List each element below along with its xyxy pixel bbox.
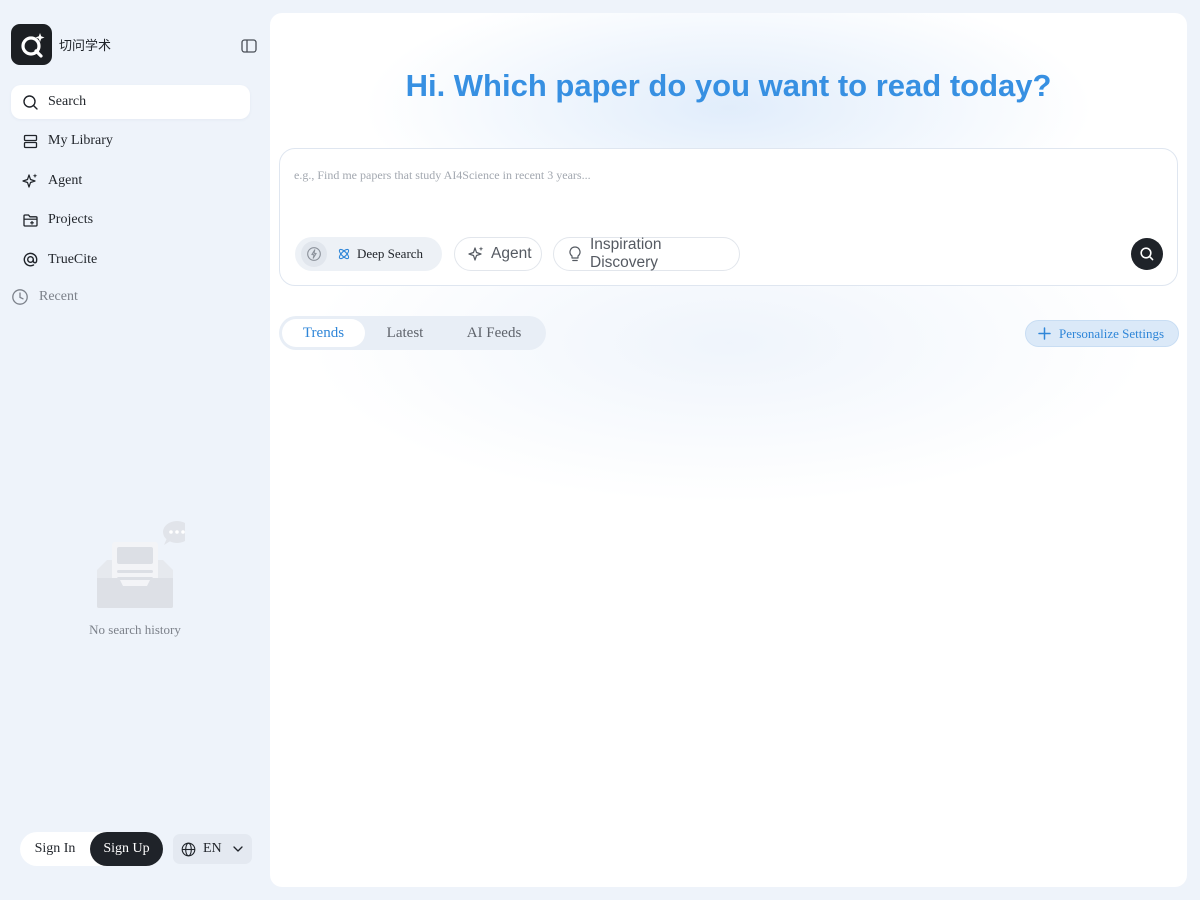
atom-icon (337, 247, 351, 261)
agent-mode-label: Agent (491, 245, 532, 262)
folder-plus-icon (21, 211, 39, 229)
sidebar-item-projects[interactable]: Projects (11, 203, 250, 237)
personalize-settings-label: Personalize Settings (1059, 325, 1165, 341)
tab-trends[interactable]: Trends (282, 319, 365, 347)
lightning-icon (307, 247, 321, 261)
search-mode-group: Deep Search (295, 237, 442, 271)
search-input[interactable] (294, 163, 1154, 187)
language-selector[interactable]: EN (173, 834, 252, 864)
empty-history: No search history (0, 518, 270, 638)
auth-group: Sign In Sign Up (20, 832, 163, 866)
library-icon (21, 132, 39, 150)
sparkle-icon (467, 245, 485, 263)
sparkle-icon (21, 172, 39, 190)
sign-up-button[interactable]: Sign Up (90, 832, 163, 866)
inspiration-discovery-label: Inspiration Discovery (590, 236, 662, 271)
deep-search-label: Deep Search (357, 246, 424, 261)
sidebar-toggle-icon[interactable] (240, 37, 258, 55)
search-submit-button[interactable] (1131, 238, 1163, 270)
auth-bar: Sign In Sign Up EN (20, 832, 252, 866)
feed-tabs: Trends Latest AI Feeds (279, 316, 546, 350)
search-icon (21, 93, 39, 111)
sidebar-item-label: Search (48, 94, 87, 109)
plus-icon (1037, 326, 1052, 341)
tab-ai-feeds[interactable]: AI Feeds (445, 319, 543, 347)
logo-q-icon (11, 24, 52, 65)
sidebar-item-label: My Library (48, 133, 113, 149)
inspiration-discovery-button[interactable]: Inspiration Discovery (553, 236, 740, 271)
agent-mode-button[interactable]: Agent (454, 237, 542, 271)
quick-search-toggle[interactable] (301, 241, 327, 267)
sidebar-item-agent[interactable]: Agent (11, 164, 250, 198)
sign-in-button[interactable]: Sign In (20, 832, 90, 866)
language-label: EN (203, 841, 222, 856)
sidebar-item-truecite[interactable]: TrueCite (11, 243, 250, 277)
empty-history-text: No search history (89, 622, 181, 637)
at-icon (21, 251, 39, 269)
personalize-settings-button[interactable]: Personalize Settings (1025, 320, 1179, 347)
search-icon (1140, 247, 1154, 261)
brand-name: 切问学术 (59, 39, 112, 54)
search-box: Deep Search Agent Inspiration Discovery (279, 148, 1178, 286)
main-panel: Hi. Which paper do you want to read toda… (270, 13, 1187, 887)
deep-search-button[interactable]: Deep Search (337, 246, 423, 262)
recent-header: Recent (11, 288, 78, 306)
chevron-down-icon (231, 842, 245, 856)
clock-icon (11, 288, 29, 306)
brand[interactable]: 切问学术 (11, 24, 111, 65)
sidebar: 切问学术 Search My Library Agent Projects Tr… (0, 0, 270, 900)
empty-inbox-illustration (97, 521, 185, 608)
recent-label: Recent (39, 289, 78, 304)
globe-icon (181, 842, 196, 857)
sidebar-item-search[interactable]: Search (11, 85, 250, 119)
lightbulb-icon (566, 245, 584, 263)
sidebar-item-my-library[interactable]: My Library (11, 124, 250, 158)
sidebar-item-label: Projects (48, 212, 94, 228)
page-title: Hi. Which paper do you want to read toda… (405, 68, 1052, 103)
sidebar-item-label: TrueCite (48, 251, 98, 267)
sidebar-item-label: Agent (48, 172, 83, 188)
tab-latest[interactable]: Latest (365, 319, 445, 347)
sidebar-nav: Search My Library Agent Projects TrueCit… (11, 85, 250, 282)
